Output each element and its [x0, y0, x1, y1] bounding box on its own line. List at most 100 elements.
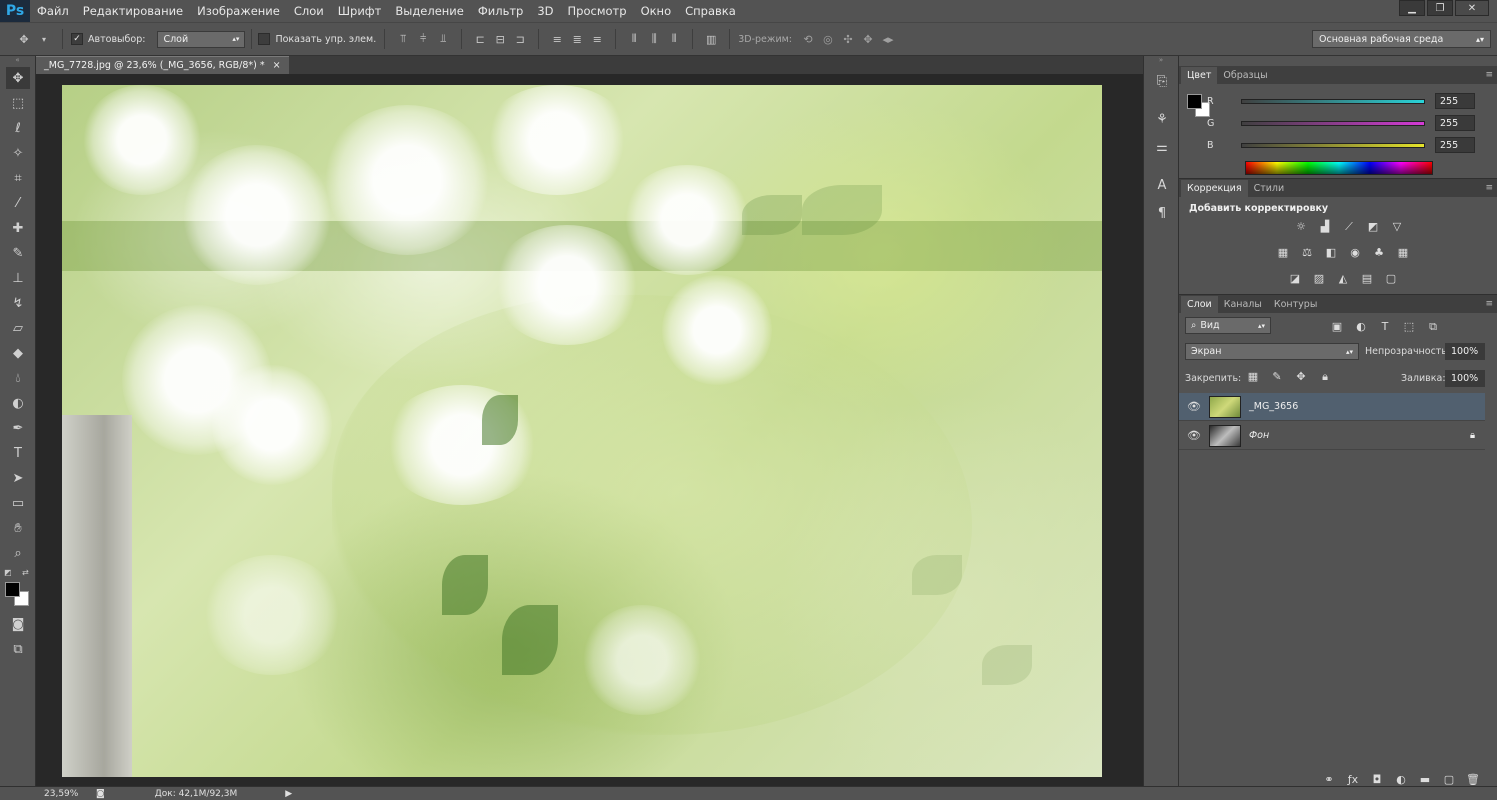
color-balance-icon[interactable]: ⚖ [1299, 245, 1315, 259]
layer-row[interactable]: 👁︎ Фон 🔒︎ [1179, 422, 1485, 450]
slider-b[interactable]: B 255 [1207, 137, 1475, 153]
tab-paths[interactable]: Контуры [1268, 296, 1323, 313]
delete-layer-icon[interactable]: 🗑︎ [1465, 772, 1481, 786]
dodge-tool-icon[interactable]: ◐ [6, 392, 30, 414]
panel-menu-icon[interactable]: ≡ [1485, 70, 1493, 80]
eraser-tool-icon[interactable]: ▱ [6, 317, 30, 339]
align-bottom-icon[interactable]: ⫫ [435, 31, 451, 47]
blur-tool-icon[interactable]: 💧︎ [6, 367, 30, 389]
distribute-bottom-icon[interactable]: ≡ [589, 31, 605, 47]
workspace-select[interactable]: Основная рабочая среда ▴▾ [1312, 30, 1491, 48]
quick-mask-icon[interactable]: ◙ [6, 613, 30, 635]
autoselect-select[interactable]: Слой ▴▾ [157, 30, 246, 48]
marquee-tool-icon[interactable]: ⬚ [6, 92, 30, 114]
status-menu-arrow-icon[interactable]: ▶ [285, 789, 292, 799]
opacity-input[interactable]: 100% [1445, 343, 1485, 360]
filter-adjustment-icon[interactable]: ◐ [1353, 319, 1369, 333]
close-button[interactable]: ✕ [1455, 0, 1489, 16]
add-mask-icon[interactable]: ◘ [1369, 772, 1385, 786]
rectangle-tool-icon[interactable]: ▭ [6, 492, 30, 514]
tab-layers[interactable]: Слои [1181, 296, 1218, 313]
type-tool-icon[interactable]: T [6, 442, 30, 464]
eye-icon[interactable]: 👁︎ [1179, 400, 1209, 413]
autoselect-checkbox[interactable]: ✓ [71, 33, 83, 45]
menu-item-4[interactable]: Шрифт [331, 0, 389, 22]
document-canvas-image[interactable] [62, 85, 1102, 777]
screen-mode-icon[interactable]: ⧉ [6, 638, 30, 660]
status-doc-icon[interactable]: ◙ [96, 789, 105, 799]
path-selection-tool-icon[interactable]: ➤ [6, 467, 30, 489]
move-tool-icon[interactable]: ✥ [6, 67, 30, 89]
3d-slide-icon[interactable]: ✥ [860, 31, 876, 47]
history-panel-icon[interactable]: ⎘ [1151, 70, 1173, 92]
vibrance-icon[interactable]: ▽ [1389, 219, 1405, 233]
align-hcenter-icon[interactable]: ⊟ [492, 31, 508, 47]
paint-bucket-tool-icon[interactable]: ◆ [6, 342, 30, 364]
align-vcenter-icon[interactable]: ⫩ [415, 31, 431, 47]
black-white-icon[interactable]: ◧ [1323, 245, 1339, 259]
eye-icon[interactable]: 👁︎ [1179, 429, 1209, 442]
align-right-icon[interactable]: ⊐ [512, 31, 528, 47]
filter-shape-icon[interactable]: ⬚ [1401, 319, 1417, 333]
menu-item-3[interactable]: Слои [287, 0, 331, 22]
paragraph-panel-icon[interactable]: ¶ [1151, 202, 1173, 224]
levels-icon[interactable]: ▟ [1317, 219, 1333, 233]
canvas-area[interactable] [36, 74, 1143, 786]
minimize-button[interactable]: ▁ [1399, 0, 1425, 16]
panel-menu-icon[interactable]: ≡ [1485, 183, 1493, 193]
distribute-left-icon[interactable]: ⦀ [626, 31, 642, 47]
crop-tool-icon[interactable]: ⌗ [6, 167, 30, 189]
invert-icon[interactable]: ◪ [1287, 271, 1303, 285]
exposure-icon[interactable]: ◩ [1365, 219, 1381, 233]
align-top-icon[interactable]: ⫪ [395, 31, 411, 47]
brush-tool-icon[interactable]: ✎ [6, 242, 30, 264]
auto-align-icon[interactable]: ▥ [703, 31, 719, 47]
show-transform-checkbox[interactable] [258, 33, 271, 45]
link-layers-icon[interactable]: ⚭ [1321, 772, 1337, 786]
hue-saturation-icon[interactable]: ▦ [1275, 245, 1291, 259]
menu-item-5[interactable]: Выделение [388, 0, 471, 22]
panel-menu-icon[interactable]: ≡ [1485, 299, 1493, 309]
tab-channels[interactable]: Каналы [1218, 296, 1268, 313]
3d-roll-icon[interactable]: ◎ [820, 31, 836, 47]
move-tool-preset-icon[interactable]: ✥ [16, 31, 32, 47]
zoom-level[interactable]: 23,59% [44, 789, 92, 799]
distribute-right-icon[interactable]: ⦀ [666, 31, 682, 47]
history-brush-tool-icon[interactable]: ↯ [6, 292, 30, 314]
color-lookup-icon[interactable]: ▦ [1395, 245, 1411, 259]
gradient-map-icon[interactable]: ▤ [1359, 271, 1375, 285]
threshold-icon[interactable]: ◭ [1335, 271, 1351, 285]
new-adjustment-icon[interactable]: ◐ [1393, 772, 1409, 786]
layer-name[interactable]: Фон [1249, 430, 1269, 441]
channel-mixer-icon[interactable]: ♣ [1371, 245, 1387, 259]
lock-all-icon[interactable]: 🔒︎ [1317, 370, 1333, 384]
slider-b-track[interactable] [1241, 142, 1425, 148]
new-group-icon[interactable]: ▬ [1417, 772, 1433, 786]
slider-r[interactable]: R 255 [1207, 93, 1475, 109]
slider-g[interactable]: G 255 [1207, 115, 1475, 131]
filter-smart-object-icon[interactable]: ⧉ [1425, 320, 1441, 334]
slider-b-value[interactable]: 255 [1435, 137, 1475, 153]
align-left-icon[interactable]: ⊏ [472, 31, 488, 47]
slider-r-track[interactable] [1241, 98, 1425, 104]
filter-pixel-icon[interactable]: ▣ [1329, 319, 1345, 333]
dock-expand-icon[interactable]: » [1144, 56, 1178, 64]
color-spectrum-ramp[interactable] [1245, 161, 1433, 175]
menu-item-10[interactable]: Справка [678, 0, 743, 22]
default-colors-icon[interactable]: ◩ [4, 568, 12, 577]
menu-item-2[interactable]: Изображение [190, 0, 287, 22]
posterize-icon[interactable]: ▨ [1311, 271, 1327, 285]
3d-pan-icon[interactable]: ✣ [840, 31, 856, 47]
layer-row[interactable]: 👁︎ _MG_3656 [1179, 393, 1485, 421]
tab-color[interactable]: Цвет [1181, 67, 1218, 84]
layer-style-icon[interactable]: ƒx [1345, 772, 1361, 786]
tab-adjustments[interactable]: Коррекция [1181, 180, 1248, 197]
eyedropper-tool-icon[interactable]: ⁄ [6, 192, 30, 214]
color-fg-swatch[interactable] [1187, 94, 1202, 109]
menu-item-6[interactable]: Фильтр [471, 0, 531, 22]
menu-item-8[interactable]: Просмотр [561, 0, 634, 22]
brush-settings-icon[interactable]: ⚌ [1151, 136, 1173, 158]
brush-presets-icon[interactable]: ⚘ [1151, 108, 1173, 130]
lasso-tool-icon[interactable]: ℓ [6, 117, 30, 139]
distribute-hcenter-icon[interactable]: ⫼ [646, 31, 662, 47]
